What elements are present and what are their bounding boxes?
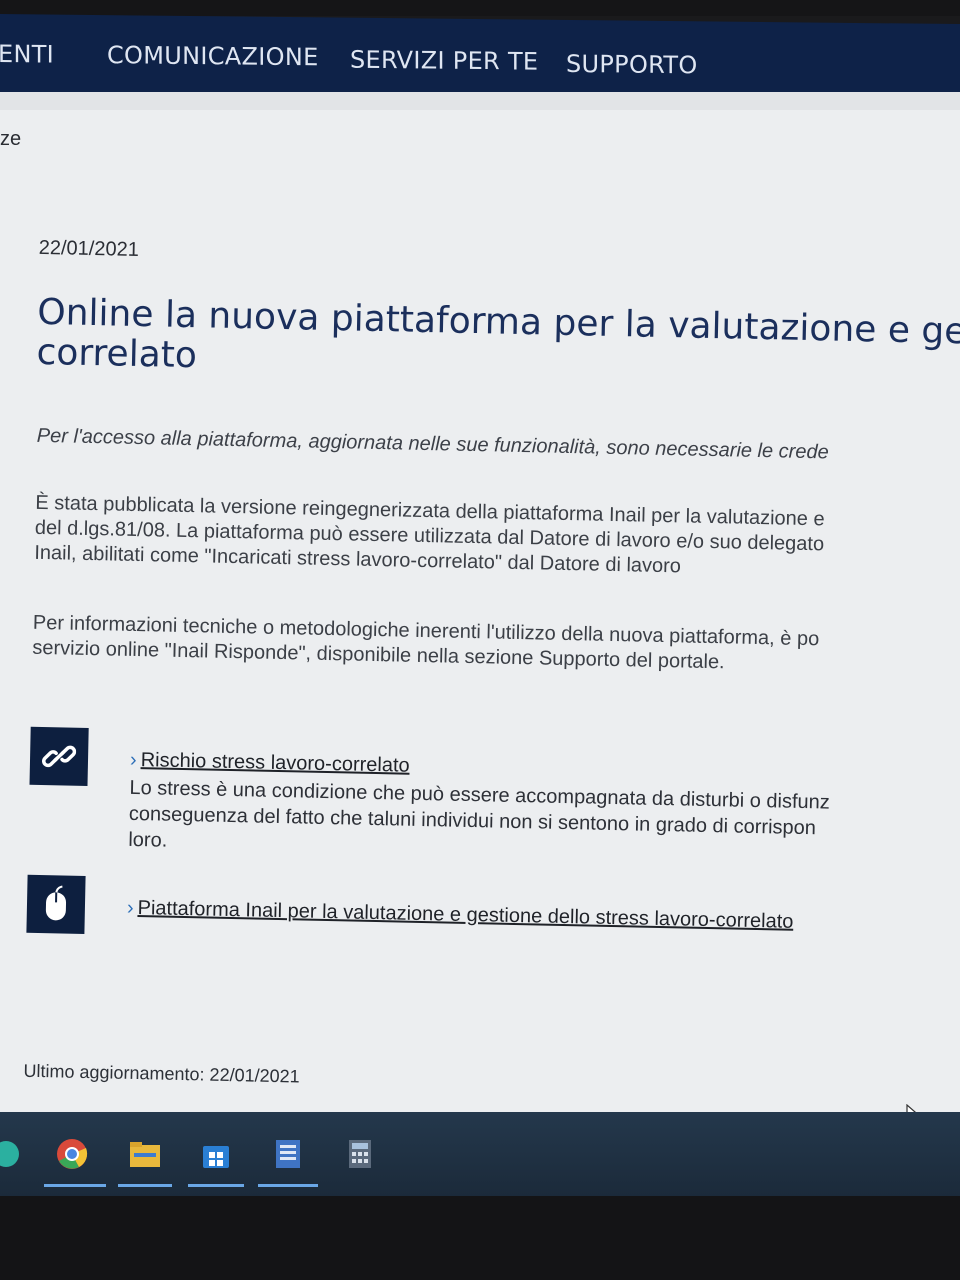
file-explorer-icon[interactable] xyxy=(125,1134,165,1174)
windows-taskbar xyxy=(0,1112,960,1198)
link-piattaforma-inail[interactable]: › Piattaforma Inail per la valutazione e … xyxy=(127,897,794,934)
link-label[interactable]: Rischio stress lavoro-correlato xyxy=(140,749,409,777)
mouse-icon[interactable] xyxy=(26,874,86,934)
nav-item-supporto[interactable]: SUPPORTO xyxy=(566,50,698,79)
nav-item-servizi-per-te[interactable]: SERVIZI PER TE xyxy=(350,46,538,76)
article-intro: Per l'accesso alla piattaforma, aggiorna… xyxy=(36,424,829,464)
article: 22/01/2021 Online la nuova piattaforma p… xyxy=(0,92,960,1134)
calculator-icon[interactable] xyxy=(340,1134,380,1174)
edge-icon[interactable] xyxy=(0,1134,26,1174)
article-title: Online la nuova piattaforma per la valut… xyxy=(36,292,960,393)
taskbar-active-indicator xyxy=(188,1184,244,1187)
page-content-area: ze 22/01/2021 Online la nuova piattaform… xyxy=(0,92,960,1129)
word-document-icon[interactable] xyxy=(268,1134,308,1174)
article-paragraph: È stata pubblicata la versione reingegne… xyxy=(34,491,825,583)
link-description: Lo stress è una condizione che può esser… xyxy=(128,775,830,868)
link-rischio-stress[interactable]: › Rischio stress lavoro-correlato xyxy=(130,749,410,778)
monitor-bezel-bottom xyxy=(0,1196,960,1280)
nav-item-comunicazione[interactable]: COMUNICAZIONE xyxy=(107,41,319,71)
taskbar-active-indicator xyxy=(258,1184,318,1187)
article-date: 22/01/2021 xyxy=(38,236,140,261)
link-icon[interactable] xyxy=(29,726,89,786)
taskbar-active-indicator xyxy=(44,1184,106,1187)
chevron-right-icon: › xyxy=(129,748,137,772)
last-update: Ultimo aggiornamento: 22/01/2021 xyxy=(23,1060,300,1087)
monitor-bezel-top xyxy=(0,0,960,16)
taskbar-active-indicator xyxy=(118,1184,172,1187)
nav-item-enti[interactable]: ENTI xyxy=(0,40,54,69)
chevron-right-icon: › xyxy=(126,896,134,919)
link-label[interactable]: Piattaforma Inail per la valutazione e g… xyxy=(137,897,793,933)
microsoft-store-icon[interactable] xyxy=(196,1134,236,1174)
chrome-icon[interactable] xyxy=(52,1134,92,1174)
article-paragraph: Per informazioni tecniche o metodologich… xyxy=(32,611,819,677)
